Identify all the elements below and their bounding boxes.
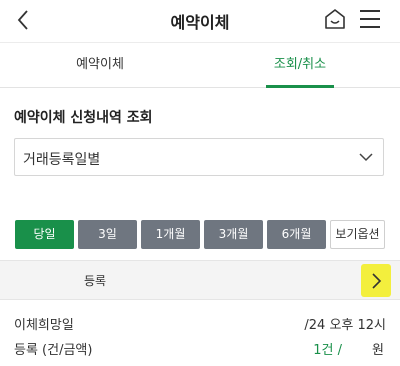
period-1month-button[interactable]: 1개월 xyxy=(141,220,200,249)
registered-count: 1건 / xyxy=(313,343,342,358)
active-tab-indicator xyxy=(266,85,334,88)
tab-inquiry-cancel[interactable]: 조회/취소 xyxy=(200,43,400,88)
home-button[interactable] xyxy=(322,6,348,32)
inquiry-type-select[interactable]: 거래등록일별 xyxy=(14,138,384,176)
desired-date-value: /24 오후 12시 xyxy=(304,318,386,333)
menu-button[interactable] xyxy=(358,8,382,30)
next-button[interactable] xyxy=(361,264,391,297)
app-header: 예약이체 xyxy=(0,0,400,40)
registered-label: 등록 (건/금액) xyxy=(14,343,93,358)
chevron-right-icon xyxy=(372,273,382,289)
period-filter: 당일 3일 1개월 3개월 6개월 보기옵션 xyxy=(15,220,387,249)
chevron-down-icon xyxy=(359,153,373,162)
home-icon xyxy=(325,9,345,29)
view-options-button[interactable]: 보기옵션 xyxy=(330,220,385,249)
hamburger-menu-icon xyxy=(360,10,380,28)
period-today-button[interactable]: 당일 xyxy=(15,220,74,249)
registered-unit: 원 xyxy=(372,343,384,358)
summary-label: 등록 xyxy=(84,274,107,288)
summary-bar: 등록 xyxy=(0,260,400,300)
period-3day-button[interactable]: 3일 xyxy=(78,220,137,249)
section-title: 예약이체 신청내역 조회 xyxy=(14,110,153,126)
period-3month-button[interactable]: 3개월 xyxy=(204,220,263,249)
tab-bar: 예약이체 조회/취소 xyxy=(0,42,400,88)
select-value: 거래등록일별 xyxy=(23,152,101,168)
registered-row: 등록 (건/금액) 1건 / 원 xyxy=(14,339,386,359)
tab-reservation-transfer[interactable]: 예약이체 xyxy=(0,43,200,88)
desired-date-row: 이체희망일 /24 오후 12시 xyxy=(14,314,386,334)
desired-date-label: 이체희망일 xyxy=(14,318,74,333)
period-6month-button[interactable]: 6개월 xyxy=(267,220,326,249)
